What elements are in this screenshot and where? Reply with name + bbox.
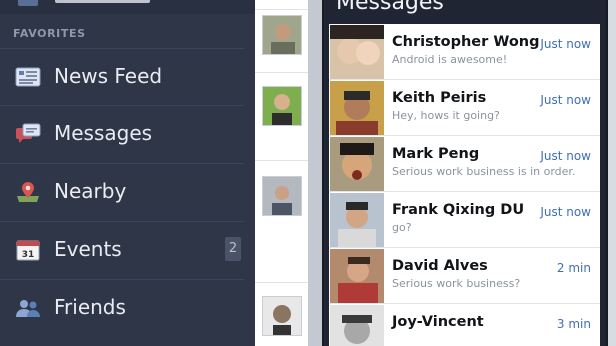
message-item[interactable]: Christopher Wong Android is awesome! Jus… <box>329 24 600 80</box>
profile-name-cutoff <box>55 0 150 3</box>
panel-title: Messages <box>336 0 444 15</box>
sidebar-item-news-feed[interactable]: News Feed <box>0 48 244 105</box>
sidebar-item-label: Nearby <box>54 179 127 203</box>
friends-icon <box>16 300 40 317</box>
message-time: Just now <box>540 149 591 163</box>
message-time: Just now <box>540 93 591 107</box>
avatar <box>330 249 384 303</box>
nearby-pin-icon <box>17 182 39 202</box>
sidebar-top-cutoff <box>0 0 255 14</box>
contact-name: Frank Qixing DU <box>392 202 525 218</box>
feed-photo-thumbnail[interactable] <box>262 296 302 336</box>
avatar <box>330 25 384 79</box>
message-preview: Android is awesome! <box>392 53 508 66</box>
message-item[interactable]: Mark Peng Serious work business is in or… <box>329 136 600 192</box>
sidebar-item-nearby[interactable]: Nearby <box>0 163 244 220</box>
feed-photo-thumbnail[interactable] <box>262 86 302 126</box>
sidebar-item-label: Friends <box>54 295 126 319</box>
message-preview: go? <box>392 221 412 234</box>
contact-name: Keith Peiris <box>392 90 487 106</box>
contact-name: Mark Peng <box>392 146 480 162</box>
news-feed-icon <box>15 67 41 87</box>
profile-icon <box>18 0 38 6</box>
messages-icon <box>16 123 41 143</box>
contact-name: Christopher Wong <box>392 34 540 50</box>
message-time: Just now <box>540 205 591 219</box>
left-sidebar: FAVORITES News Feed Messages Nearby 31 E… <box>0 0 255 346</box>
feed-photo-thumbnail[interactable] <box>262 15 302 55</box>
message-time: 3 min <box>556 317 591 331</box>
avatar <box>330 305 384 346</box>
message-item[interactable]: Joy-Vincent 3 min <box>329 304 600 346</box>
sidebar-item-messages[interactable]: Messages <box>0 105 244 162</box>
message-item[interactable]: David Alves Serious work business? 2 min <box>329 248 600 304</box>
sidebar-item-label: Messages <box>54 121 153 145</box>
sidebar-item-label: Events <box>54 237 122 261</box>
message-preview: Serious work business? <box>392 277 521 290</box>
avatar <box>330 193 384 247</box>
contact-name: David Alves <box>392 258 488 274</box>
calendar-icon: 31 <box>16 240 40 261</box>
svg-text:31: 31 <box>22 250 35 260</box>
favorites-section-label: FAVORITES <box>13 27 86 40</box>
news-feed-strip <box>255 0 309 346</box>
contact-name: Joy-Vincent <box>392 314 484 330</box>
message-item[interactable]: Frank Qixing DU go? Just now <box>329 192 600 248</box>
sidebar-item-label: News Feed <box>54 64 163 88</box>
message-time: 2 min <box>556 261 591 275</box>
feed-photo-thumbnail[interactable] <box>262 176 302 216</box>
message-item[interactable]: Keith Peiris Hey, hows it going? Just no… <box>329 80 600 136</box>
message-list[interactable]: Christopher Wong Android is awesome! Jus… <box>329 24 600 346</box>
avatar <box>330 137 384 191</box>
sidebar-item-friends[interactable]: Friends <box>0 279 244 336</box>
message-preview: Hey, hows it going? <box>392 109 500 122</box>
events-count-badge: 2 <box>225 237 241 261</box>
message-time: Just now <box>540 37 591 51</box>
messages-panel: Messages Christopher Wong Android is awe… <box>322 0 608 346</box>
avatar <box>330 81 384 135</box>
sidebar-item-events[interactable]: 31 Events 2 <box>0 221 244 278</box>
message-preview: Serious work business is in order. <box>392 165 576 178</box>
